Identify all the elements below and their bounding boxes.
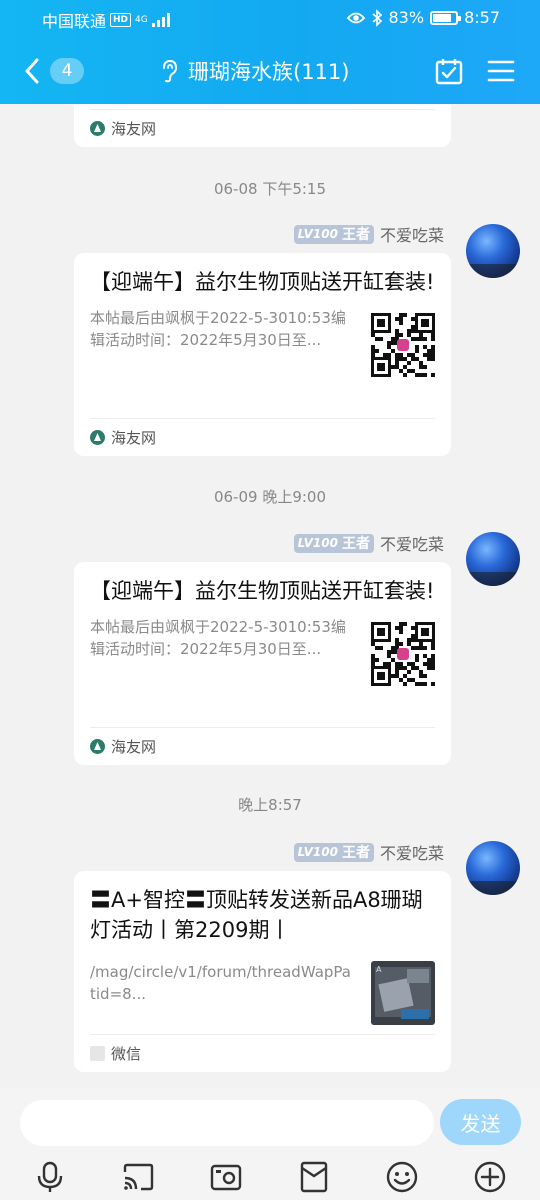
- link-card-partial[interactable]: 海友网: [74, 104, 451, 147]
- sender-info: LV100 王者 不爱吃菜: [293, 840, 444, 864]
- plus-circle-icon[interactable]: [473, 1160, 507, 1194]
- sender-name: 不爱吃菜: [379, 535, 444, 554]
- avatar[interactable]: [466, 841, 520, 895]
- menu-icon[interactable]: [486, 56, 516, 86]
- group-name: 珊瑚海水族(111): [188, 60, 350, 84]
- bluetooth-icon: [371, 8, 382, 27]
- timestamp: 06-08 下午5:15: [213, 180, 327, 198]
- sender-info: LV100 王者 不爱吃菜: [293, 222, 444, 246]
- app-header: 中国联通 HD 4G 83% 8:57 4 珊瑚海水族(111): [0, 0, 540, 104]
- source-name: 海友网: [111, 120, 157, 138]
- chat-title[interactable]: 珊瑚海水族(111): [160, 56, 349, 86]
- source-name: 海友网: [111, 429, 157, 447]
- chevron-left-icon: [25, 58, 39, 84]
- timestamp: 晚上8:57: [238, 796, 302, 814]
- back-button[interactable]: 4: [24, 54, 98, 88]
- card-source: 海友网: [90, 727, 435, 765]
- hd-badge: HD: [110, 13, 132, 27]
- level-badge: LV100 王者: [293, 533, 374, 553]
- card-description: /mag/circle/v1/forum/threadWapPage?tid=8…: [90, 963, 350, 1003]
- card-description: 本帖最后由飒枫于2022-5-3010:53编辑活动时间：2022年5月30日至…: [90, 618, 346, 658]
- sender-info: LV100 王者 不爱吃菜: [293, 531, 444, 555]
- level-badge: LV100 王者: [293, 842, 374, 862]
- cast-screen-icon[interactable]: [121, 1160, 155, 1194]
- haiyou-logo-icon: [90, 430, 105, 445]
- timestamp: 06-09 晚上9:00: [213, 488, 327, 506]
- card-title: 【迎端午】益尔生物顶贴送开缸套装!: [90, 270, 435, 294]
- photo-icon[interactable]: [209, 1160, 243, 1194]
- haiyou-logo-icon: [90, 121, 105, 136]
- link-card[interactable]: 【迎端午】益尔生物顶贴送开缸套装! 本帖最后由飒枫于2022-5-3010:53…: [74, 562, 451, 765]
- card-source: 海友网: [90, 418, 435, 456]
- message-input[interactable]: [20, 1100, 434, 1146]
- nav-bar: 4 珊瑚海水族(111): [0, 44, 540, 98]
- signal-icon: [151, 13, 170, 27]
- product-image-thumbnail: A: [371, 961, 435, 1025]
- haiyou-logo-icon: [90, 739, 105, 754]
- battery-percent: 83%: [388, 8, 425, 27]
- wechat-logo-icon: [90, 1046, 105, 1061]
- card-title: 【迎端午】益尔生物顶贴送开缸套装!: [90, 579, 435, 603]
- source-name: 微信: [111, 1045, 142, 1063]
- clock: 8:57: [464, 8, 500, 27]
- card-source: 微信: [90, 1034, 435, 1072]
- card-description: 本帖最后由飒枫于2022-5-3010:53编辑活动时间：2022年5月30日至…: [90, 309, 346, 349]
- qr-code-thumbnail: [371, 622, 435, 686]
- calendar-check-icon[interactable]: [434, 56, 464, 86]
- battery-icon: [430, 10, 462, 25]
- unread-count-badge: 4: [50, 58, 84, 84]
- sender-name: 不爱吃菜: [379, 226, 444, 245]
- sender-name: 不爱吃菜: [379, 844, 444, 863]
- microphone-icon[interactable]: [33, 1160, 67, 1194]
- eye-icon: [346, 12, 365, 23]
- message-list[interactable]: 海友网 06-08 下午5:15 LV100 王者 不爱吃菜 【迎端午】益尔生物顶…: [0, 104, 540, 1088]
- network-type: 4G: [135, 14, 148, 25]
- avatar[interactable]: [466, 532, 520, 586]
- qr-code-thumbnail: [371, 313, 435, 377]
- link-card[interactable]: 〓A+智控〓顶贴转发送新品A8珊瑚灯活动丨第2209期丨 /mag/circle…: [74, 871, 451, 1072]
- red-packet-icon[interactable]: [297, 1160, 331, 1194]
- level-badge: LV100 王者: [293, 224, 374, 244]
- svg-text:A: A: [376, 965, 382, 974]
- link-card[interactable]: 【迎端午】益尔生物顶贴送开缸套装! 本帖最后由飒枫于2022-5-3010:53…: [74, 253, 451, 456]
- status-bar: 中国联通 HD 4G 83% 8:57: [0, 0, 540, 36]
- avatar[interactable]: [466, 224, 520, 278]
- input-toolbar: [0, 1154, 540, 1200]
- card-title: 〓A+智控〓顶贴转发送新品A8珊瑚灯活动丨第2209期丨: [90, 888, 423, 942]
- send-button[interactable]: 发送: [440, 1099, 521, 1145]
- emoji-icon[interactable]: [385, 1160, 419, 1194]
- source-name: 海友网: [111, 738, 157, 756]
- ear-icon: [163, 59, 178, 83]
- card-source: 海友网: [90, 109, 435, 147]
- input-area: 发送: [0, 1088, 540, 1200]
- carrier-name: 中国联通: [42, 12, 107, 31]
